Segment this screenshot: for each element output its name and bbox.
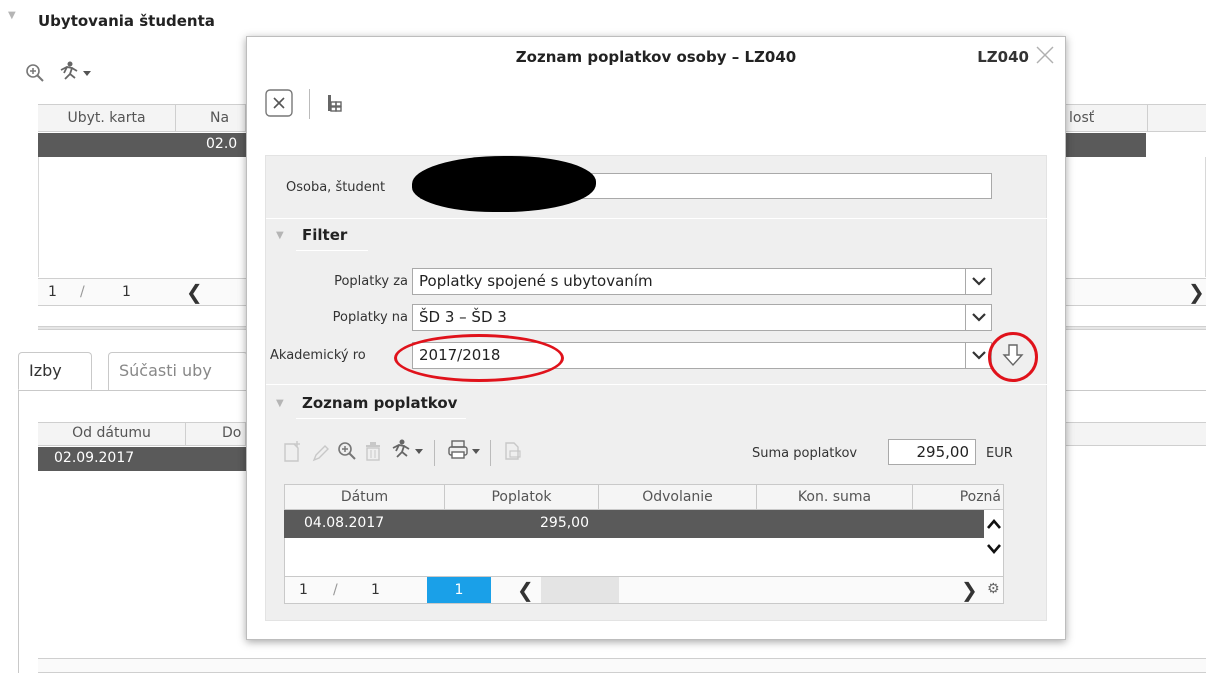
currency-label: EUR bbox=[986, 446, 1013, 461]
collapse-icon[interactable]: ▼ bbox=[276, 230, 284, 241]
section-divider bbox=[266, 218, 1048, 219]
chevron-up-icon[interactable] bbox=[984, 514, 1004, 534]
column-header[interactable]: Ubyt. karta bbox=[38, 105, 176, 131]
column-header[interactable]: Na bbox=[176, 105, 246, 131]
toolbar-divider bbox=[434, 440, 435, 466]
chevron-left-icon[interactable]: ❮ bbox=[517, 578, 534, 602]
sum-label: Suma poplatkov bbox=[752, 446, 858, 461]
close-button[interactable] bbox=[265, 89, 293, 117]
zoom-in-icon[interactable] bbox=[336, 440, 358, 462]
sum-field: 295,00 bbox=[888, 439, 976, 465]
section-underline bbox=[296, 418, 466, 419]
column-header[interactable]: Odvolanie bbox=[599, 485, 757, 509]
dialog-toolbar bbox=[247, 77, 1065, 149]
pager-page: 1 bbox=[48, 284, 57, 300]
academic-year-label: Akademický ro bbox=[270, 348, 366, 363]
edit-icon[interactable] bbox=[310, 442, 332, 464]
person-label: Osoba, študent bbox=[286, 180, 386, 195]
fees-grid-pager: 1 / 1 1 ❮ ❯ ⚙ bbox=[284, 576, 1004, 604]
horizontal-scrollbar[interactable] bbox=[541, 577, 619, 603]
chevron-down-icon[interactable] bbox=[965, 269, 991, 294]
new-document-icon[interactable] bbox=[282, 440, 304, 464]
collapse-icon[interactable]: ▼ bbox=[276, 398, 284, 409]
fees-on-select[interactable]: ŠD 3 – ŠD 3 bbox=[412, 304, 992, 331]
section-title: Ubytovania študenta bbox=[38, 12, 215, 30]
fees-grid-header: Dátum Poplatok Odvolanie Kon. suma Pozná bbox=[284, 484, 1004, 510]
fees-dialog: Zoznam poplatkov osoby – LZ040 LZ040 Oso… bbox=[246, 36, 1066, 640]
annotation-circle bbox=[394, 334, 564, 382]
chevron-down-icon[interactable] bbox=[984, 538, 1004, 558]
chevron-right-icon[interactable]: ❯ bbox=[961, 578, 978, 602]
section-underline bbox=[296, 250, 368, 251]
dialog-code: LZ040 bbox=[977, 48, 1029, 66]
zoom-in-icon[interactable] bbox=[24, 62, 46, 84]
table-row-selected[interactable]: 04.08.2017 295,00 bbox=[284, 510, 984, 538]
delete-icon[interactable] bbox=[362, 440, 384, 462]
column-header[interactable]: Kon. suma bbox=[757, 485, 913, 509]
close-icon[interactable] bbox=[1033, 43, 1057, 67]
chevron-down-icon[interactable] bbox=[965, 305, 991, 330]
dialog-title-bar[interactable]: Zoznam poplatkov osoby – LZ040 LZ040 bbox=[247, 37, 1065, 77]
redaction-mark bbox=[412, 156, 596, 212]
column-header[interactable]: Do bbox=[186, 423, 246, 445]
tab-sucasti-ubytovania[interactable]: Súčasti uby bbox=[108, 352, 248, 390]
column-header[interactable]: Pozná bbox=[913, 485, 1005, 509]
pager-total: 1 bbox=[371, 582, 380, 598]
pager-total: 1 bbox=[122, 284, 131, 300]
runner-action-icon[interactable] bbox=[56, 60, 96, 84]
annotation-circle bbox=[988, 332, 1038, 382]
column-header[interactable]: Od dátumu bbox=[38, 423, 186, 445]
dialog-content: Osoba, študent ▼ Filter Poplatky za Popl… bbox=[265, 155, 1048, 621]
column-header[interactable]: Poplatok bbox=[445, 485, 599, 509]
column-header[interactable]: losť bbox=[1058, 105, 1148, 131]
fees-list-title: Zoznam poplatkov bbox=[302, 394, 458, 412]
print-icon[interactable] bbox=[446, 438, 486, 462]
fees-for-label: Poplatky za bbox=[334, 274, 408, 289]
toolbar-divider bbox=[490, 440, 491, 466]
runner-action-icon[interactable] bbox=[388, 438, 428, 462]
section-divider bbox=[266, 384, 1048, 385]
column-header[interactable]: Dátum bbox=[285, 485, 445, 509]
pager-separator: / bbox=[80, 284, 85, 300]
gear-icon[interactable]: ⚙ bbox=[987, 581, 1000, 597]
tab-izby[interactable]: Izby bbox=[18, 352, 92, 390]
fees-on-label: Poplatky na bbox=[332, 310, 408, 325]
chevron-left-icon[interactable]: ❮ bbox=[186, 280, 203, 304]
filter-title: Filter bbox=[302, 226, 348, 244]
tab-panel-border bbox=[18, 391, 19, 673]
collapse-icon[interactable]: ▼ bbox=[8, 10, 16, 21]
row-date: 04.08.2017 bbox=[304, 515, 385, 531]
dialog-title: Zoznam poplatkov osoby – LZ040 bbox=[515, 48, 797, 66]
pager-page: 1 bbox=[299, 582, 308, 598]
hierarchy-icon[interactable] bbox=[325, 93, 347, 115]
rooms-grid-pager bbox=[38, 658, 1206, 673]
row-fee: 295,00 bbox=[540, 515, 589, 531]
export-icon[interactable] bbox=[502, 440, 524, 462]
chevron-right-icon[interactable]: ❯ bbox=[1188, 280, 1205, 304]
fees-for-select[interactable]: Poplatky spojené s ubytovaním bbox=[412, 268, 992, 295]
pager-separator: / bbox=[333, 582, 338, 598]
table-row-selected[interactable]: 02.09.2017 bbox=[38, 447, 248, 471]
toolbar-divider bbox=[309, 89, 310, 119]
pager-current-page[interactable]: 1 bbox=[427, 577, 491, 603]
